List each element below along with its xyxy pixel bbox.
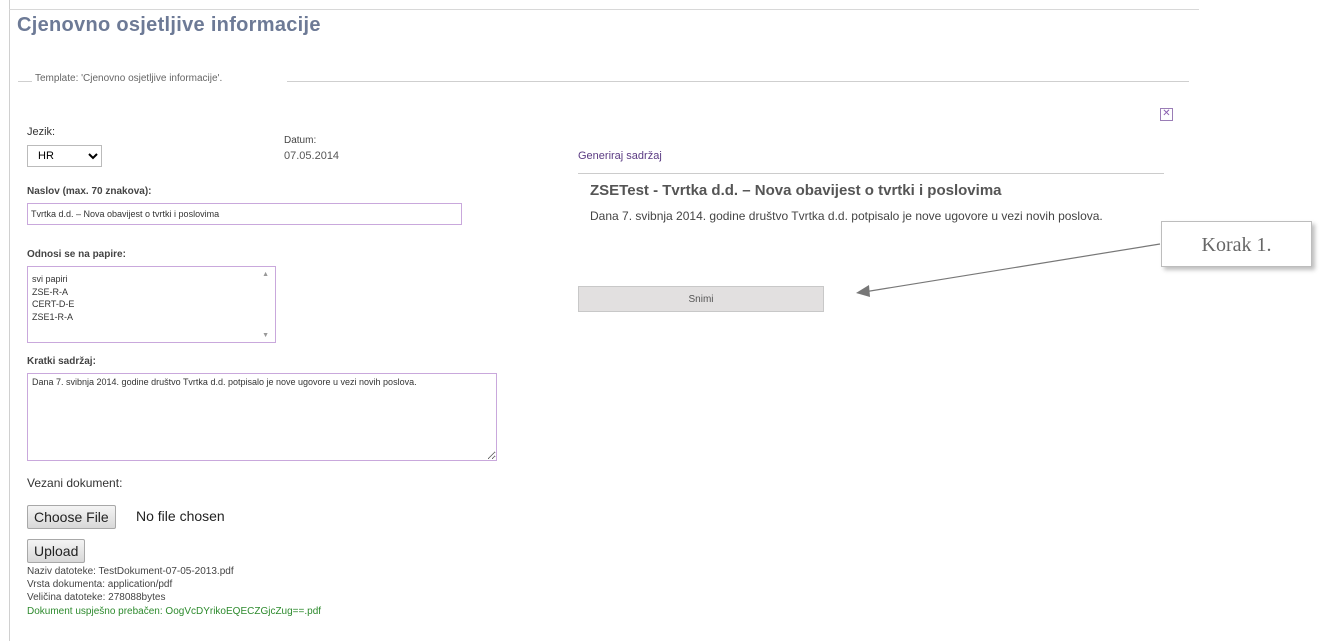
language-label: Jezik: — [27, 126, 56, 138]
fieldset-border-right — [287, 81, 1189, 82]
scroll-down-icon[interactable]: ▼ — [262, 332, 269, 339]
papers-list-item[interactable]: svi papiri — [32, 273, 275, 286]
papers-listbox[interactable]: svi papiri ZSE-R-A CERT-D-E ZSE1-R-A ▲ ▼ — [27, 266, 276, 343]
date-value: 07.05.2014 — [284, 150, 340, 162]
save-button[interactable]: Snimi — [578, 286, 824, 312]
date-label: Datum: — [284, 135, 317, 146]
summary-textarea[interactable]: Dana 7. svibnja 2014. godine društvo Tvr… — [27, 373, 497, 461]
preview-body: Dana 7. svibnja 2014. godine društvo Tvr… — [590, 209, 1103, 223]
fieldset-border-left — [18, 81, 32, 82]
callout-arrow-icon — [856, 243, 1161, 297]
papers-list-item[interactable]: ZSE-R-A — [32, 286, 275, 299]
papers-list-item[interactable]: CERT-D-E — [32, 298, 275, 311]
language-select[interactable]: HR — [27, 145, 102, 167]
scroll-up-icon[interactable]: ▲ — [262, 271, 269, 278]
preview-heading: ZSETest - Tvrtka d.d. – Nova obavijest o… — [590, 182, 1002, 199]
generate-content-link[interactable]: Generiraj sadržaj — [578, 150, 662, 162]
title-label: Naslov (max. 70 znakova): — [27, 186, 152, 197]
title-input[interactable] — [27, 203, 462, 225]
no-file-chosen-text: No file chosen — [136, 508, 225, 524]
frame-top-border — [9, 9, 1199, 10]
step-callout: Korak 1. — [1161, 221, 1312, 267]
file-size-text: Veličina datoteke: 278088bytes — [27, 592, 166, 603]
papers-label: Odnosi se na papire: — [27, 249, 126, 260]
frame-left-border — [9, 0, 10, 641]
attached-document-label: Vezani dokument: — [27, 476, 123, 490]
preview-divider — [578, 173, 1164, 174]
choose-file-button[interactable]: Choose File — [27, 505, 116, 529]
close-icon[interactable]: ✕ — [1160, 108, 1173, 121]
document-type-text: Vrsta dokumenta: application/pdf — [27, 579, 173, 590]
template-legend: Template: 'Cjenovno osjetljive informaci… — [35, 73, 223, 84]
upload-success-text: Dokument uspješno prebačen: OogVcDYrikoE… — [27, 606, 322, 617]
papers-list-item[interactable]: ZSE1-R-A — [32, 311, 275, 324]
upload-button[interactable]: Upload — [27, 539, 86, 563]
summary-label: Kratki sadržaj: — [27, 356, 96, 367]
file-name-text: Naziv datoteke: TestDokument-07-05-2013.… — [27, 566, 234, 577]
page-title: Cjenovno osjetljive informacije — [17, 14, 321, 36]
